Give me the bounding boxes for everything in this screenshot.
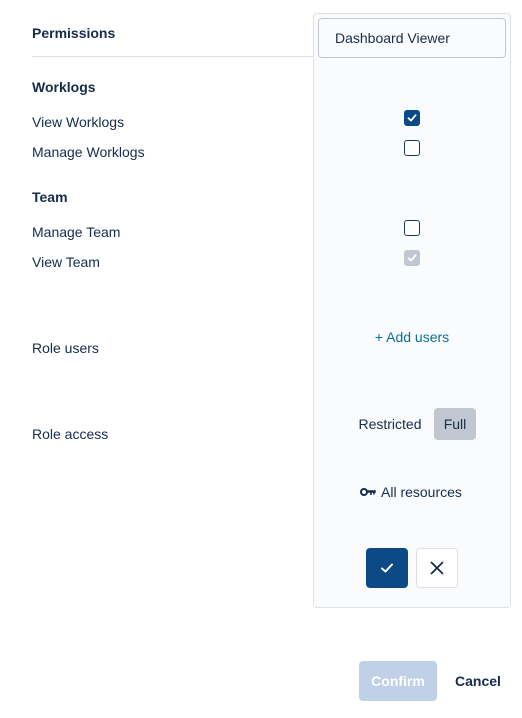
key-icon — [360, 488, 376, 496]
checkbox-view-worklogs[interactable] — [404, 110, 420, 126]
check-icon — [381, 563, 393, 573]
permission-label-manage-team: Manage Team — [32, 224, 121, 240]
role-users-label: Role users — [32, 340, 99, 356]
confirm-button[interactable]: Confirm — [359, 661, 437, 701]
checkbox-manage-worklogs[interactable] — [404, 140, 420, 156]
section-title-worklogs: Worklogs — [32, 79, 96, 95]
resources-link[interactable]: All resources — [360, 484, 462, 500]
checkbox-view-team — [404, 250, 420, 266]
permission-label-view-team: View Team — [32, 254, 100, 270]
save-role-button[interactable] — [366, 548, 408, 588]
cancel-button[interactable]: Cancel — [448, 661, 508, 701]
permission-label-manage-worklogs: Manage Worklogs — [32, 144, 145, 160]
add-users-link[interactable]: + Add users — [360, 329, 464, 345]
access-option-restricted[interactable]: Restricted — [350, 408, 430, 440]
role-access-label: Role access — [32, 426, 109, 442]
permission-label-view-worklogs: View Worklogs — [32, 114, 125, 130]
role-edit-panel — [313, 13, 511, 608]
resources-label: All resources — [381, 484, 462, 500]
checkbox-manage-team[interactable] — [404, 220, 420, 236]
access-option-full[interactable]: Full — [434, 408, 476, 440]
close-icon — [430, 561, 444, 575]
discard-role-button[interactable] — [416, 548, 458, 588]
permissions-header: Permissions — [32, 25, 116, 41]
check-icon — [407, 254, 417, 262]
header-divider — [32, 56, 314, 57]
role-name-input[interactable] — [318, 18, 506, 58]
check-icon — [407, 114, 417, 122]
section-title-team: Team — [32, 189, 68, 205]
